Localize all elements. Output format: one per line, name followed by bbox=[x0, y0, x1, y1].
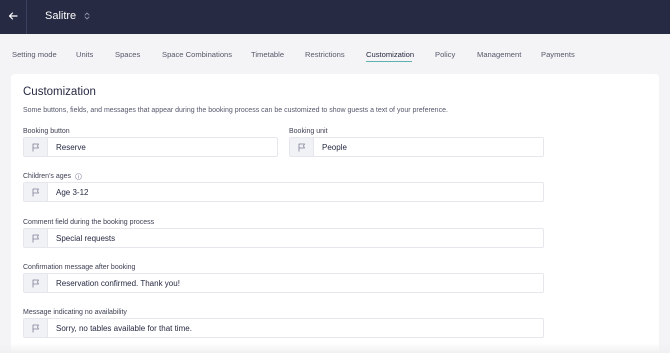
venue-name: Salitre bbox=[45, 10, 77, 22]
comment-field-label: Comment field during the booking process bbox=[23, 219, 155, 226]
tab-spaces[interactable]: Spaces bbox=[115, 50, 140, 59]
confirmation-message-input[interactable] bbox=[48, 274, 543, 292]
booking-button-field[interactable] bbox=[23, 137, 278, 157]
flag-icon bbox=[298, 143, 305, 151]
booking-unit-label: Booking unit bbox=[289, 128, 328, 135]
chevron-up-down-icon bbox=[84, 12, 90, 20]
back-button[interactable] bbox=[5, 8, 21, 24]
no-availability-field[interactable] bbox=[23, 318, 544, 338]
tab-space-combinations[interactable]: Space Combinations bbox=[162, 50, 232, 59]
language-flag-button[interactable] bbox=[290, 138, 314, 156]
page-title: Customization bbox=[23, 86, 96, 98]
language-flag-button[interactable] bbox=[24, 229, 48, 247]
flag-icon bbox=[32, 143, 39, 151]
page-description: Some buttons, fields, and messages that … bbox=[23, 107, 448, 114]
booking-button-input[interactable] bbox=[48, 138, 277, 156]
flag-icon bbox=[32, 234, 39, 242]
tab-payments[interactable]: Payments bbox=[541, 50, 575, 59]
comment-field-input[interactable] bbox=[48, 229, 543, 247]
no-availability-label: Message indicating no availability bbox=[23, 309, 127, 316]
comment-field-field[interactable] bbox=[23, 228, 544, 248]
flag-icon bbox=[32, 324, 39, 332]
tab-timetable[interactable]: Timetable bbox=[251, 50, 284, 59]
tab-policy[interactable]: Policy bbox=[435, 50, 455, 59]
confirmation-message-field[interactable] bbox=[23, 273, 544, 293]
language-flag-button[interactable] bbox=[24, 319, 48, 337]
arrow-left-icon bbox=[8, 12, 18, 20]
settings-tabs: Setting mode Units Spaces Space Combinat… bbox=[0, 34, 670, 74]
flag-icon bbox=[32, 279, 39, 287]
info-icon[interactable] bbox=[75, 173, 82, 180]
active-tab-indicator bbox=[366, 61, 412, 62]
language-flag-button[interactable] bbox=[24, 274, 48, 292]
top-bar: Salitre bbox=[0, 0, 670, 34]
no-availability-input[interactable] bbox=[48, 319, 543, 337]
top-bar-divider bbox=[26, 0, 27, 34]
booking-button-label: Booking button bbox=[23, 128, 70, 135]
booking-unit-input[interactable] bbox=[314, 138, 543, 156]
bottom-fade bbox=[0, 343, 670, 353]
childrens-ages-label: Children's ages bbox=[23, 173, 82, 180]
tab-customization[interactable]: Customization bbox=[366, 50, 414, 59]
tab-units[interactable]: Units bbox=[76, 50, 93, 59]
confirmation-message-label: Confirmation message after booking bbox=[23, 264, 136, 271]
tab-restrictions[interactable]: Restrictions bbox=[305, 50, 345, 59]
venue-switch-button[interactable] bbox=[83, 11, 91, 21]
booking-unit-field[interactable] bbox=[289, 137, 544, 157]
language-flag-button[interactable] bbox=[24, 138, 48, 156]
childrens-ages-input[interactable] bbox=[48, 183, 543, 201]
tab-setting-mode[interactable]: Setting mode bbox=[12, 50, 57, 59]
childrens-ages-field[interactable] bbox=[23, 182, 544, 202]
flag-icon bbox=[32, 188, 39, 196]
language-flag-button[interactable] bbox=[24, 183, 48, 201]
tab-management[interactable]: Management bbox=[477, 50, 521, 59]
